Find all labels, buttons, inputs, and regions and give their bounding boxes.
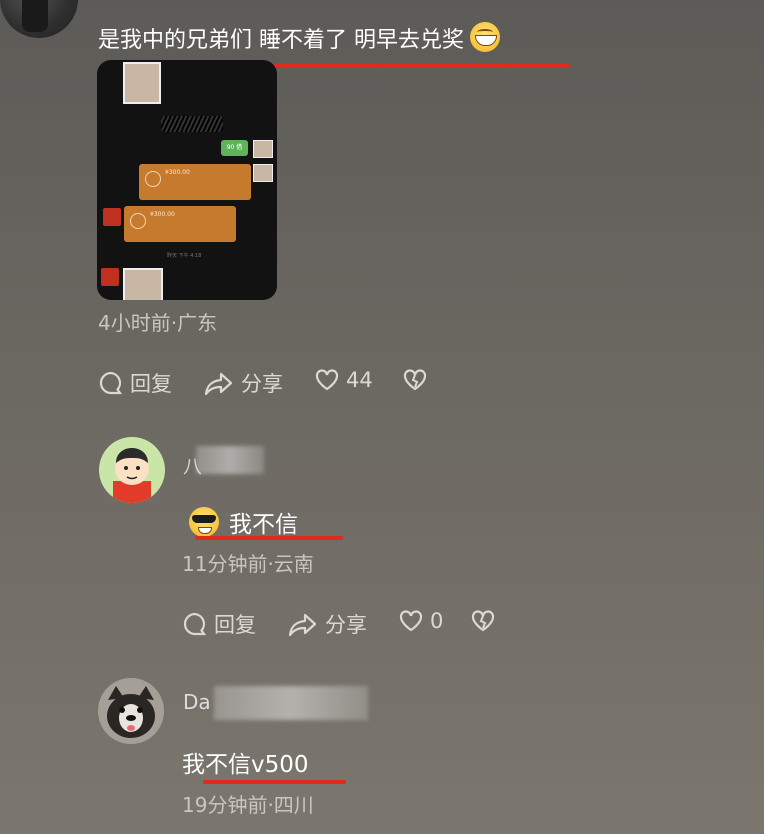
broken-heart-icon — [403, 369, 427, 391]
comment-text: 我不信v500 — [182, 752, 309, 778]
comment-text-row: 我不信 — [189, 505, 298, 539]
like-count: 44 — [346, 368, 373, 392]
comment-meta: 11分钟前·云南 — [182, 552, 314, 576]
share-button[interactable]: 分享 — [287, 609, 367, 639]
red-underline-annotation — [195, 536, 343, 540]
broken-heart-icon — [471, 610, 495, 632]
post-text: 是我中的兄弟们 睡不着了 明早去兑奖 — [98, 28, 464, 53]
commenter-avatar[interactable] — [98, 678, 164, 744]
commenter-avatar[interactable] — [99, 437, 165, 503]
reply-bubble-icon — [99, 371, 123, 395]
share-arrow-icon — [288, 613, 317, 637]
reply-bubble-icon — [183, 612, 207, 636]
red-underline-annotation — [203, 780, 346, 784]
post-meta: 4小时前·广东 — [98, 311, 218, 335]
grinning-face-icon — [470, 22, 500, 52]
commenter-name-partial: Da — [183, 690, 211, 714]
like-count: 0 — [430, 609, 444, 633]
share-button[interactable]: 分享 — [203, 368, 283, 398]
author-avatar[interactable] — [0, 0, 78, 38]
post-image[interactable]: 90 借 ¥300.00 ¥300.00 昨天 下午 4:18 — [97, 60, 277, 300]
like-button[interactable]: 0 — [398, 609, 443, 633]
chat-timestamp: 昨天 下午 4:18 — [167, 253, 202, 259]
reply-button[interactable]: 回复 — [182, 609, 256, 639]
dislike-button[interactable] — [402, 368, 434, 392]
cool-sunglasses-face-icon — [189, 507, 219, 537]
comment-meta: 19分钟前·四川 — [182, 793, 314, 817]
share-label: 分享 — [241, 372, 283, 396]
comment-text: 我不信 — [229, 512, 298, 538]
scribble-redaction — [161, 116, 223, 132]
heart-icon — [399, 610, 423, 632]
heart-icon — [315, 369, 339, 391]
reply-label: 回复 — [214, 613, 256, 637]
transfer-card: ¥300.00 — [124, 206, 236, 242]
transfer-card: ¥300.00 — [139, 164, 251, 200]
blurred-username — [214, 686, 368, 720]
post-text-row: 是我中的兄弟们 睡不着了 明早去兑奖 — [98, 22, 500, 54]
green-message-bubble: 90 借 — [221, 140, 248, 156]
dislike-button[interactable] — [470, 609, 502, 633]
like-button[interactable]: 44 — [314, 368, 373, 392]
reply-button[interactable]: 回复 — [98, 368, 172, 398]
blurred-username — [196, 446, 264, 474]
share-label: 分享 — [325, 613, 367, 637]
share-arrow-icon — [204, 372, 233, 396]
reply-label: 回复 — [130, 372, 172, 396]
